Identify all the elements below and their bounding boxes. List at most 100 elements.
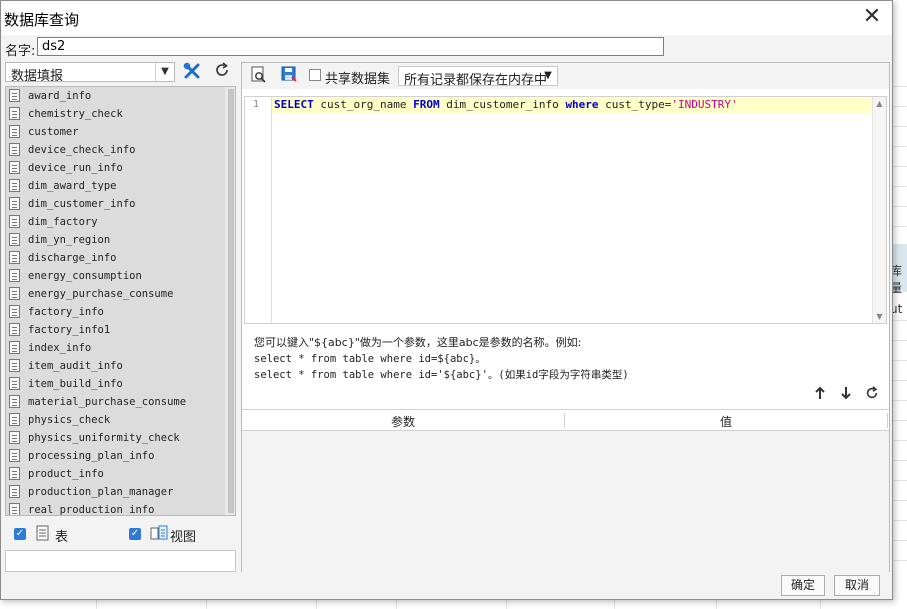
table-list-item[interactable]: energy_consumption xyxy=(6,267,235,285)
table-name: physics_uniformity_check xyxy=(28,432,180,444)
table-list-item[interactable]: physics_check xyxy=(6,411,235,429)
view-filter-checkbox[interactable]: ✓ xyxy=(129,528,141,540)
table-list-item[interactable]: product_info xyxy=(6,465,235,483)
chevron-down-icon[interactable]: ▼ xyxy=(541,68,555,84)
sql-keyword: SELECT xyxy=(274,98,314,111)
table-name: physics_check xyxy=(28,414,111,426)
table-list-item[interactable]: material_purchase_consume xyxy=(6,393,235,411)
table-list-item[interactable]: index_info xyxy=(6,339,235,357)
memory-mode-select[interactable]: 所有记录都保存在内存中 ▼ xyxy=(398,66,558,88)
preview-icon[interactable] xyxy=(248,66,270,86)
sql-text: cust_type= xyxy=(598,98,672,111)
table-list-item[interactable]: device_run_info xyxy=(6,159,235,177)
scroll-down-icon[interactable]: ▼ xyxy=(873,312,886,321)
table-name: chemistry_check xyxy=(28,108,123,120)
editor-scrollbar[interactable]: ▲ ▼ xyxy=(872,97,886,323)
table-name: discharge_info xyxy=(28,252,117,264)
table-list-item[interactable]: processing_plan_info xyxy=(6,447,235,465)
table-list-item[interactable]: production_plan_manager xyxy=(6,483,235,501)
table-name: real_production_info xyxy=(28,504,155,516)
table-icon xyxy=(9,251,20,264)
parameter-table[interactable]: 参数 值 xyxy=(242,409,889,572)
name-label: 名字: xyxy=(5,44,36,59)
table-name: energy_consumption xyxy=(28,270,142,282)
sql-string: 'INDUSTRY' xyxy=(671,98,738,111)
table-list-item[interactable]: dim_customer_info xyxy=(6,195,235,213)
table-list-item[interactable]: factory_info xyxy=(6,303,235,321)
table-icon xyxy=(9,143,20,156)
hint-line-2: select * from table where id=${abc}。 xyxy=(254,353,486,365)
value-column-header: 值 xyxy=(565,413,888,429)
parameter-hint: 您可以键入"${abc}"做为一个参数，这里abc是参数的名称。例如: sele… xyxy=(254,335,629,383)
arrow-down-icon[interactable] xyxy=(835,386,857,404)
table-filter-checkbox[interactable]: ✓ xyxy=(14,528,26,540)
hint-line-1: 您可以键入"${abc}"做为一个参数，这里abc是参数的名称。例如: xyxy=(254,336,582,349)
table-name: production_plan_manager xyxy=(28,486,174,498)
table-icon xyxy=(9,485,20,498)
refresh-parameters-icon[interactable] xyxy=(861,386,883,404)
table-list-item[interactable]: energy_purchase_consume xyxy=(6,285,235,303)
table-list-item[interactable]: customer xyxy=(6,123,235,141)
table-list-item[interactable]: discharge_info xyxy=(6,249,235,267)
table-name: processing_plan_info xyxy=(28,450,155,462)
table-search-box[interactable] xyxy=(5,550,236,572)
title-bar: 数据库查询 ✕ xyxy=(1,1,892,35)
table-icon xyxy=(9,161,20,174)
table-name: customer xyxy=(28,126,79,138)
table-list-item[interactable]: award_info xyxy=(6,87,235,105)
line-gutter: 1 xyxy=(245,97,272,323)
table-list-item[interactable]: physics_uniformity_check xyxy=(6,429,235,447)
table-name: energy_purchase_consume xyxy=(28,288,174,300)
connection-settings-icon[interactable] xyxy=(181,62,203,82)
table-name: dim_yn_region xyxy=(28,234,111,246)
table-name: factory_info xyxy=(28,306,104,318)
name-input[interactable] xyxy=(37,37,664,56)
table-list-item[interactable]: item_build_info xyxy=(6,375,235,393)
table-list-item[interactable]: dim_yn_region xyxy=(6,231,235,249)
close-icon[interactable]: ✕ xyxy=(860,6,884,30)
table-list-item[interactable]: dim_factory xyxy=(6,213,235,231)
cancel-button[interactable]: 取消 xyxy=(834,575,880,596)
table-list-item[interactable]: device_check_info xyxy=(6,141,235,159)
table-list-item[interactable]: item_audit_info xyxy=(6,357,235,375)
table-icon xyxy=(9,269,20,282)
share-dataset-checkbox[interactable] xyxy=(309,69,321,81)
sql-editor[interactable]: 1 SELECT cust_org_name FROM dim_customer… xyxy=(244,96,887,324)
refresh-icon[interactable] xyxy=(211,62,233,82)
view-filter-label: 视图 xyxy=(170,530,197,545)
table-icon xyxy=(9,395,20,408)
right-pane: 共享数据集 所有记录都保存在内存中 ▼ 1 SELECT cust_org_na… xyxy=(241,62,890,572)
table-list-item[interactable]: dim_award_type xyxy=(6,177,235,195)
hint-line-3: select * from table where id='${abc}'。(如… xyxy=(254,369,629,381)
table-icon xyxy=(9,341,20,354)
parameter-table-header: 参数 值 xyxy=(242,410,889,431)
chevron-down-icon[interactable]: ▼ xyxy=(155,63,174,81)
dialog-title: 数据库查询 xyxy=(4,11,80,29)
table-list-scrollbar[interactable] xyxy=(225,87,235,515)
table-name: item_audit_info xyxy=(28,360,123,372)
arrow-up-icon[interactable] xyxy=(809,386,831,404)
sql-keyword: FROM xyxy=(413,98,440,111)
scrollbar-thumb[interactable] xyxy=(228,89,234,513)
connection-select[interactable]: 数据填报 ▼ xyxy=(5,62,175,84)
table-icon xyxy=(9,197,20,210)
save-query-icon[interactable] xyxy=(278,66,300,86)
table-icon xyxy=(9,215,20,228)
query-toolbar: 共享数据集 所有记录都保存在内存中 ▼ xyxy=(242,63,889,89)
parameter-tools xyxy=(809,386,883,406)
table-icon xyxy=(9,467,20,480)
table-list[interactable]: award_info chemistry_check customer device_… xyxy=(5,86,236,516)
table-list-item[interactable]: chemistry_check xyxy=(6,105,235,123)
table-icon xyxy=(9,359,20,372)
sql-code-line: SELECT cust_org_name FROM dim_customer_i… xyxy=(274,98,738,111)
scroll-up-icon[interactable]: ▲ xyxy=(873,99,886,108)
table-list-item[interactable]: factory_info1 xyxy=(6,321,235,339)
ok-button[interactable]: 确定 xyxy=(781,575,825,596)
table-name: device_check_info xyxy=(28,144,136,156)
table-list-item[interactable]: real_production_info xyxy=(6,501,235,516)
database-query-dialog: 数据库查询 ✕ 名字: 数据填报 ▼ award_info chemistry_c… xyxy=(0,0,893,600)
table-name: dim_customer_info xyxy=(28,198,136,210)
table-name: index_info xyxy=(28,342,92,354)
table-icon xyxy=(9,431,20,444)
share-dataset-label: 共享数据集 xyxy=(325,72,391,87)
